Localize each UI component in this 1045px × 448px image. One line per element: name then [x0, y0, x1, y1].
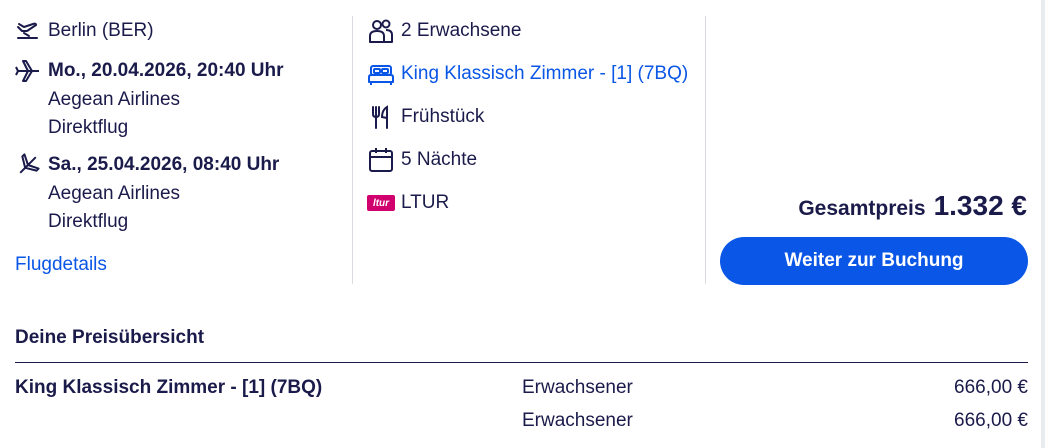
column-divider-1 — [352, 16, 353, 284]
price-row-type: Erwachsener — [522, 377, 633, 398]
scroll-edge — [1041, 0, 1045, 448]
flight-details-wrap: Flugdetails — [15, 254, 344, 276]
board-row: Frühstück — [367, 102, 697, 132]
outbound-stops: Direktflug — [48, 117, 129, 138]
flight-column: Berlin (BER) Mo., 20.04.2026, 20:40 Uhr … — [14, 16, 344, 276]
column-divider-2 — [705, 16, 706, 284]
outbound-airline: Aegean Airlines — [48, 89, 181, 110]
bed-icon — [367, 60, 395, 88]
board-type: Frühstück — [401, 106, 485, 127]
room-row: King Klassisch Zimmer - [1] (7BQ) — [367, 59, 697, 89]
plane-outbound-icon — [14, 57, 42, 85]
total-price-label: Gesamtpreis — [798, 197, 926, 220]
price-row-amount: 666,00 € — [954, 410, 1028, 431]
origin-row: Berlin (BER) — [14, 16, 344, 46]
price-row-amount: 666,00 € — [954, 377, 1028, 398]
total-price-value: 1.332 € — [933, 190, 1027, 221]
travellers-row: 2 Erwachsene — [367, 16, 697, 46]
provider-row: ltur LTUR — [367, 188, 697, 218]
origin-airport: Berlin (BER) — [48, 20, 154, 41]
price-row-type: Erwachsener — [522, 410, 633, 431]
flight-details-link[interactable]: Flugdetails — [15, 254, 107, 275]
room-link[interactable]: King Klassisch Zimmer - [1] (7BQ) — [401, 63, 688, 85]
plane-return-icon — [14, 151, 42, 179]
nights-count: 5 Nächte — [401, 149, 478, 170]
continue-booking-button[interactable]: Weiter zur Buchung — [720, 237, 1028, 285]
offer-card: Berlin (BER) Mo., 20.04.2026, 20:40 Uhr … — [0, 0, 1045, 448]
travellers-icon — [367, 17, 395, 45]
departure-airport-icon — [14, 17, 42, 45]
booking-column: 2 Erwachsene King Klassisch Zimmer - [1]… — [367, 16, 697, 218]
return-datetime: Sa., 25.04.2026, 08:40 Uhr — [48, 154, 280, 175]
provider-logo: ltur — [367, 189, 395, 217]
cutlery-icon — [367, 103, 395, 131]
travellers-count: 2 Erwachsene — [401, 20, 522, 41]
price-row-name: King Klassisch Zimmer - [1] (7BQ) — [15, 377, 323, 398]
return-stops: Direktflug — [48, 211, 129, 232]
return-row: Sa., 25.04.2026, 08:40 Uhr — [14, 150, 344, 180]
return-airline: Aegean Airlines — [48, 183, 181, 204]
price-overview-divider — [15, 362, 1028, 363]
total-price: Gesamtpreis 1.332 € — [798, 190, 1027, 222]
nights-row: 5 Nächte — [367, 145, 697, 175]
price-overview-title: Deine Preisübersicht — [15, 327, 205, 348]
outbound-row: Mo., 20.04.2026, 20:40 Uhr — [14, 56, 344, 86]
provider-name: LTUR — [401, 192, 450, 213]
outbound-datetime: Mo., 20.04.2026, 20:40 Uhr — [48, 60, 284, 81]
ltur-logo: ltur — [367, 195, 395, 211]
calendar-icon — [367, 146, 395, 174]
